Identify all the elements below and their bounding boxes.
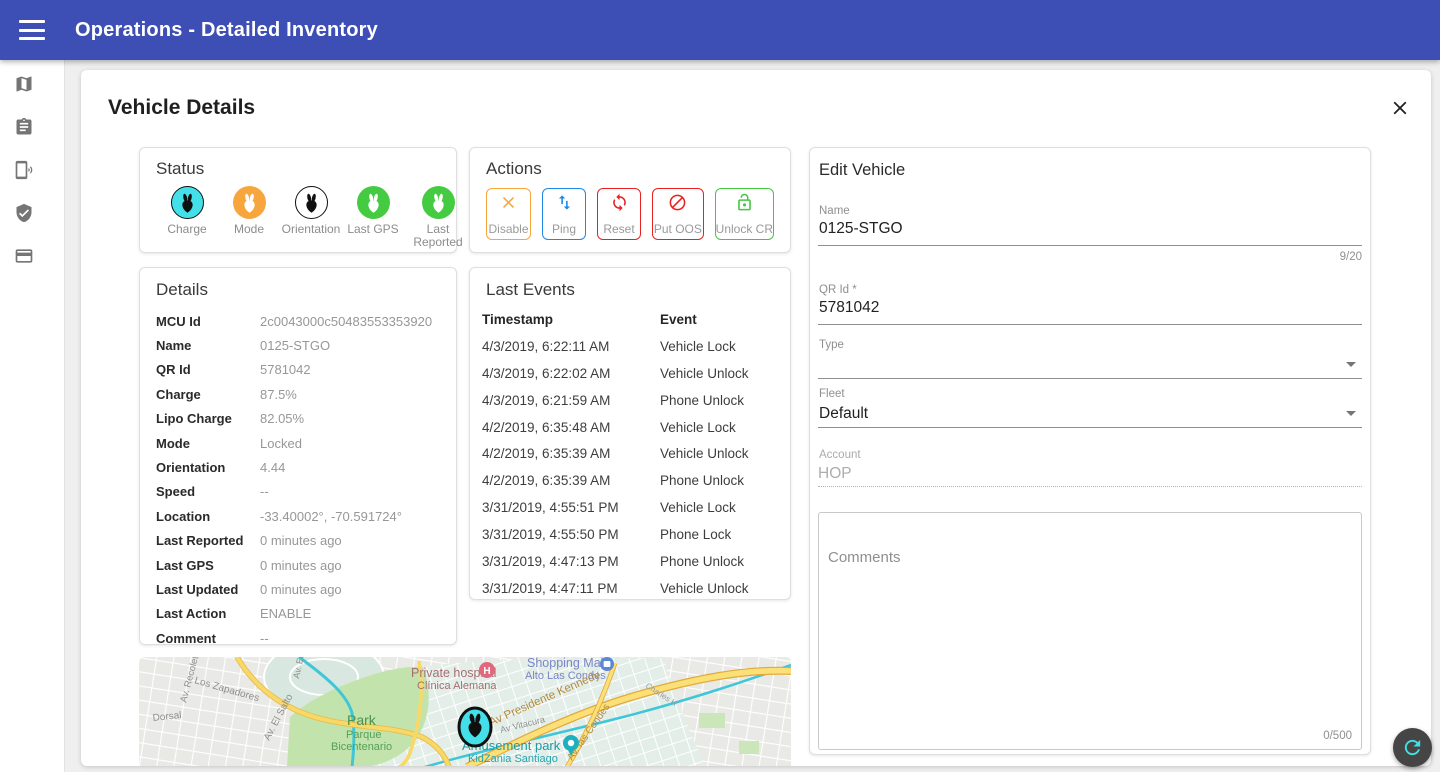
detail-row: ModeLocked bbox=[156, 431, 440, 455]
disable-button[interactable]: Disable bbox=[486, 188, 531, 240]
event-row: 3/31/2019, 4:55:50 PMPhone Lock bbox=[482, 521, 778, 548]
fleet-select[interactable]: Default bbox=[818, 400, 1362, 428]
rabbit-reported-icon bbox=[422, 186, 455, 219]
rabbit-charge-icon bbox=[171, 186, 204, 219]
credit-card-icon[interactable] bbox=[14, 246, 34, 266]
rabbit-mode-icon bbox=[233, 186, 266, 219]
location-map[interactable]: Dorsal Av. Recoleta Los Zapadores Av. El… bbox=[139, 657, 791, 766]
vehicle-marker[interactable] bbox=[459, 708, 491, 746]
detail-row: Last Reported0 minutes ago bbox=[156, 529, 440, 553]
name-counter: 9/20 bbox=[818, 251, 1362, 263]
account-label: Account bbox=[819, 449, 1362, 461]
status-last-gps: Last GPS bbox=[342, 186, 404, 249]
shield-check-icon[interactable] bbox=[14, 203, 34, 223]
phone-ring-icon[interactable] bbox=[14, 160, 34, 180]
block-icon bbox=[668, 193, 687, 212]
detail-row: Charge87.5% bbox=[156, 382, 440, 406]
details-card: Details MCU Id2c0043000c50483553353920 N… bbox=[139, 267, 457, 645]
clipboard-icon[interactable] bbox=[14, 117, 34, 137]
map-label: Shopping Mall bbox=[527, 657, 606, 670]
map-label: Clínica Alemana bbox=[417, 680, 497, 692]
status-last-reported: Last Reported bbox=[404, 186, 472, 249]
edit-vehicle-card: Edit Vehicle Name 9/20 QR Id * Type Flee… bbox=[809, 147, 1371, 755]
fleet-label: Fleet bbox=[819, 388, 1362, 400]
sync-icon bbox=[610, 193, 629, 212]
status-card: Status Charge bbox=[139, 147, 457, 253]
detail-row: Speed-- bbox=[156, 480, 440, 504]
status-mode: Mode bbox=[218, 186, 280, 249]
detail-row: Comment-- bbox=[156, 626, 440, 650]
svg-text:H: H bbox=[483, 666, 490, 677]
chevron-down-icon[interactable] bbox=[1346, 362, 1356, 367]
close-icon[interactable] bbox=[1387, 96, 1413, 122]
lock-open-icon bbox=[735, 193, 754, 212]
detail-row: MCU Id2c0043000c50483553353920 bbox=[156, 309, 440, 333]
actions-title: Actions bbox=[486, 159, 774, 179]
event-row: 4/2/2019, 6:35:48 AMVehicle Lock bbox=[482, 414, 778, 441]
details-title: Details bbox=[156, 280, 440, 300]
events-card: Last Events TimestampEvent 4/3/2019, 6:2… bbox=[469, 267, 791, 600]
comments-counter: 0/500 bbox=[1323, 730, 1352, 742]
detail-row: Name0125-STGO bbox=[156, 333, 440, 357]
event-row: 4/2/2019, 6:35:39 AMVehicle Unlock bbox=[482, 440, 778, 467]
detail-row: Last Updated0 minutes ago bbox=[156, 577, 440, 601]
detail-row: QR Id5781042 bbox=[156, 358, 440, 382]
status-title: Status bbox=[156, 159, 440, 179]
hospital-marker: H bbox=[479, 662, 495, 678]
event-row: 3/31/2019, 4:55:51 PMVehicle Lock bbox=[482, 494, 778, 521]
status-charge: Charge bbox=[156, 186, 218, 249]
page-title: Vehicle Details bbox=[108, 96, 255, 120]
ping-button[interactable]: Ping bbox=[542, 188, 586, 240]
event-row: 4/3/2019, 6:21:59 AMPhone Unlock bbox=[482, 387, 778, 414]
event-row: 4/3/2019, 6:22:02 AMVehicle Unlock bbox=[482, 360, 778, 387]
refresh-icon bbox=[1401, 736, 1424, 759]
event-row: 4/3/2019, 6:22:11 AMVehicle Lock bbox=[482, 333, 778, 360]
event-row: 4/2/2019, 6:35:39 AMPhone Unlock bbox=[482, 467, 778, 494]
sidebar bbox=[0, 60, 65, 772]
map-label: KidZania Santiago bbox=[468, 753, 558, 765]
refresh-button[interactable] bbox=[1393, 728, 1432, 767]
menu-icon[interactable] bbox=[19, 20, 45, 40]
vehicle-details-dialog: Vehicle Details Status Charge bbox=[81, 70, 1431, 766]
qr-id-field[interactable] bbox=[818, 296, 1362, 325]
status-orientation: Orientation bbox=[280, 186, 342, 249]
unlock-cr-button[interactable]: Unlock CR bbox=[715, 188, 774, 240]
detail-row: Last ActionENABLE bbox=[156, 602, 440, 626]
account-field: HOP bbox=[818, 461, 1362, 487]
event-row: 3/31/2019, 4:47:13 PMPhone Unlock bbox=[482, 548, 778, 575]
chevron-down-icon[interactable] bbox=[1346, 411, 1356, 416]
shopping-marker bbox=[600, 657, 614, 671]
close-x-icon bbox=[499, 193, 518, 212]
map-label: Parque bbox=[346, 729, 381, 741]
detail-row: Orientation4.44 bbox=[156, 455, 440, 479]
app-header: Operations - Detailed Inventory bbox=[0, 0, 1440, 60]
qr-id-label: QR Id * bbox=[819, 284, 1362, 296]
rabbit-gps-icon bbox=[357, 186, 390, 219]
import-export-icon bbox=[555, 193, 574, 212]
actions-card: Actions Disable Ping Reset Put OOS Unloc… bbox=[469, 147, 791, 253]
events-header: TimestampEvent bbox=[482, 306, 778, 333]
comments-box: 0/500 bbox=[818, 512, 1362, 750]
edit-title: Edit Vehicle bbox=[819, 161, 1362, 180]
name-label: Name bbox=[819, 205, 1362, 217]
detail-row: Lipo Charge82.05% bbox=[156, 407, 440, 431]
map-icon[interactable] bbox=[14, 74, 34, 94]
reset-button[interactable]: Reset bbox=[597, 188, 641, 240]
put-oos-button[interactable]: Put OOS bbox=[652, 188, 704, 240]
type-label: Type bbox=[819, 339, 1362, 351]
event-row: 3/31/2019, 4:47:11 PMVehicle Unlock bbox=[482, 575, 778, 602]
detail-row: Location-33.40002°, -70.591724° bbox=[156, 504, 440, 528]
type-select[interactable] bbox=[818, 351, 1362, 379]
detail-row: Last GPS0 minutes ago bbox=[156, 553, 440, 577]
map-label: Park bbox=[347, 712, 377, 728]
comments-field[interactable] bbox=[819, 513, 1361, 749]
events-title: Last Events bbox=[486, 280, 778, 300]
app-title: Operations - Detailed Inventory bbox=[75, 19, 378, 42]
map-label: Bicentenario bbox=[331, 741, 392, 753]
rabbit-orientation-icon bbox=[295, 186, 328, 219]
name-field[interactable] bbox=[818, 217, 1362, 246]
